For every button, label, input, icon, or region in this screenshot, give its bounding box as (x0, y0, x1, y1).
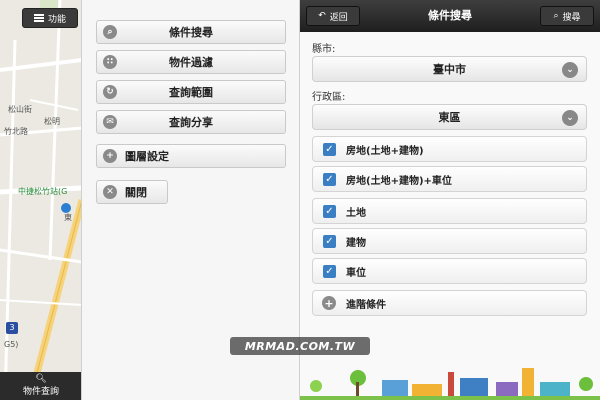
search-button-label: 搜尋 (562, 12, 581, 23)
county-label: 縣市: (312, 44, 336, 55)
menu-button[interactable]: 功能 (22, 8, 78, 28)
checkbox-checked-icon[interactable]: ✓ (323, 204, 336, 218)
option-label: 建物 (346, 237, 366, 249)
back-button-label: 返回 (329, 12, 348, 23)
map-street-label: 竹北路 (4, 127, 28, 136)
option-building[interactable]: ✓ 建物 (312, 228, 587, 254)
back-arrow-icon: ↶ (318, 11, 326, 21)
district-label: 行政區: (312, 92, 346, 103)
panel-item-query-share[interactable]: ✉ 查詢分享 (96, 110, 286, 134)
property-query-label: 物件查詢 (22, 387, 59, 397)
map-street-label: G5) (4, 340, 19, 349)
back-button[interactable]: ↶ 返回 (306, 6, 360, 26)
search-icon: 🔍︎ (35, 374, 47, 384)
panel-item-object-filter[interactable]: ∷ 物件過濾 (96, 50, 286, 74)
checkbox-checked-icon[interactable]: ✓ (323, 142, 336, 156)
district-value: 東區 (438, 111, 461, 124)
plus-icon: + (103, 149, 117, 163)
mail-icon: ✉ (103, 115, 117, 129)
map-street-label: 東 (64, 213, 72, 222)
panel-item-layer-settings[interactable]: + 圖層設定 (96, 144, 286, 168)
advanced-conditions-label: 進階條件 (346, 299, 386, 311)
route-badge: 3 (6, 322, 18, 334)
option-parking[interactable]: ✓ 車位 (312, 258, 587, 284)
search-icon: ⌕ (103, 25, 117, 39)
close-button[interactable]: ✕ 關閉 (96, 180, 168, 204)
header-bar: 條件搜尋 ↶ 返回 ⌕ 搜尋 (300, 0, 600, 32)
panel-item-label: 查詢範圍 (169, 86, 213, 99)
option-label: 土地 (346, 207, 366, 219)
map-station-label: 中捷松竹站(G (18, 187, 68, 196)
map-view[interactable]: 功能 松山街 松明 竹北路 中捷松竹站(G 東 G5) 3 🔍︎ 物件查詢 (0, 0, 82, 400)
plus-icon: + (322, 296, 336, 310)
city-skyline-illustration (300, 368, 600, 400)
option-land-building[interactable]: ✓ 房地(土地+建物) (312, 136, 587, 162)
watermark: MRMAD.COM.TW (230, 337, 370, 355)
close-button-label: 關閉 (125, 186, 147, 199)
option-land-building-parking[interactable]: ✓ 房地(土地+建物)+車位 (312, 166, 587, 192)
option-label: 房地(土地+建物) (346, 145, 424, 157)
search-button[interactable]: ⌕ 搜尋 (540, 6, 594, 26)
menu-button-label: 功能 (47, 14, 66, 25)
option-land[interactable]: ✓ 土地 (312, 198, 587, 224)
map-street-label: 松山街 (8, 105, 32, 114)
county-select[interactable]: 臺中市 ⌄ (312, 56, 587, 82)
checkbox-checked-icon[interactable]: ✓ (323, 234, 336, 248)
property-query-button[interactable]: 🔍︎ 物件查詢 (0, 372, 81, 400)
panel-item-label: 條件搜尋 (169, 26, 213, 39)
option-label: 車位 (346, 267, 366, 279)
panel-item-query-range[interactable]: ↻ 查詢範圍 (96, 80, 286, 104)
refresh-icon: ↻ (103, 85, 117, 99)
search-icon: ⌕ (553, 11, 559, 21)
panel-item-condition-search[interactable]: ⌕ 條件搜尋 (96, 20, 286, 44)
grid-icon: ∷ (103, 55, 117, 69)
close-icon: ✕ (103, 185, 117, 199)
checkbox-checked-icon[interactable]: ✓ (323, 172, 336, 186)
county-value: 臺中市 (433, 63, 466, 76)
panel-item-label: 圖層設定 (125, 150, 169, 163)
panel-item-label: 查詢分享 (169, 116, 213, 129)
option-label: 房地(土地+建物)+車位 (346, 175, 452, 187)
map-street-label: 松明 (44, 117, 60, 126)
advanced-conditions-button[interactable]: + 進階條件 (312, 290, 587, 316)
chevron-down-icon: ⌄ (562, 62, 578, 78)
checkbox-checked-icon[interactable]: ✓ (323, 264, 336, 278)
panel-item-label: 物件過濾 (169, 56, 213, 69)
hamburger-icon (33, 14, 44, 22)
district-select[interactable]: 東區 ⌄ (312, 104, 587, 130)
chevron-down-icon: ⌄ (562, 110, 578, 126)
